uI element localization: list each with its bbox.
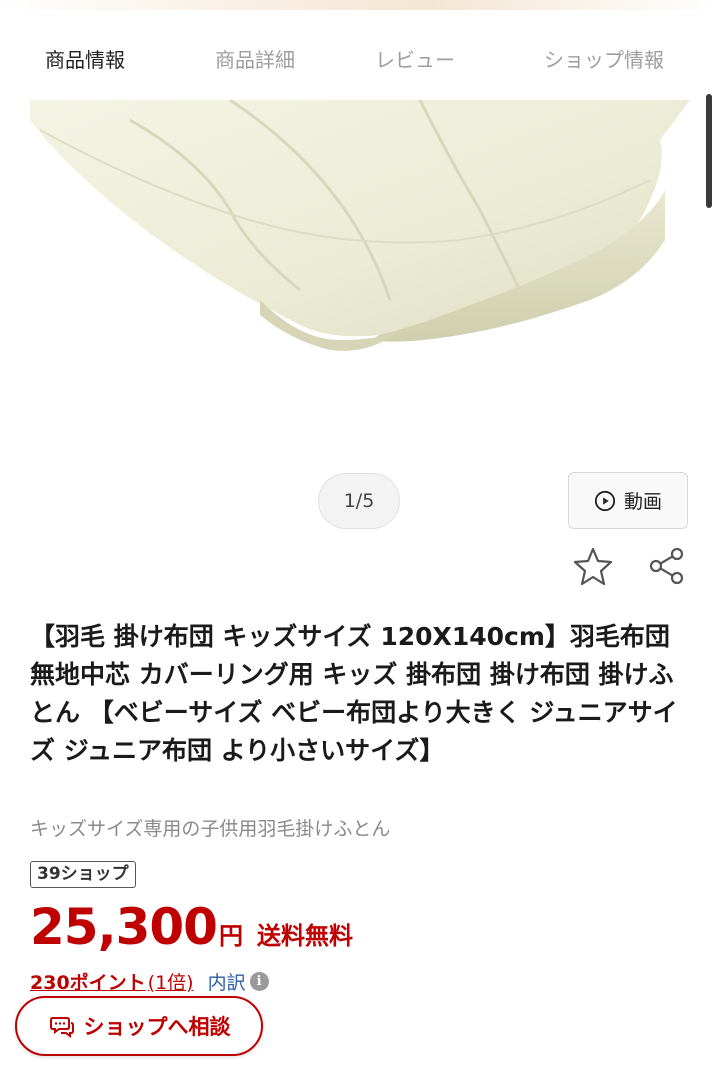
- info-icon[interactable]: i: [249, 972, 269, 991]
- consult-shop-button[interactable]: ショップへ相談: [15, 996, 263, 1056]
- price-value: 25,300: [30, 898, 218, 956]
- points-row: 230ポイント (1倍) 内訳 i: [30, 968, 269, 995]
- consult-shop-label: ショップへ相談: [83, 1015, 231, 1039]
- tab-shop-info[interactable]: ショップ情報: [490, 36, 718, 84]
- breakdown-link[interactable]: 内訳: [208, 968, 246, 995]
- video-button[interactable]: 動画: [568, 472, 688, 529]
- points-multiplier[interactable]: (1倍): [148, 968, 194, 995]
- top-banner-strip: [0, 0, 718, 10]
- chat-bubble-icon: [49, 1017, 74, 1038]
- page-scrollbar[interactable]: [706, 94, 712, 208]
- points-link[interactable]: 230ポイント: [30, 968, 146, 995]
- price-row: 25,300 円 送料無料: [30, 898, 353, 956]
- shop-badge: 39ショップ: [30, 861, 136, 888]
- price-currency: 円: [218, 922, 243, 950]
- video-button-label: 動画: [623, 491, 662, 513]
- play-circle-icon: [594, 490, 616, 511]
- product-subtitle: キッズサイズ専用の子供用羽毛掛けふとん: [30, 818, 391, 840]
- star-icon[interactable]: [572, 545, 614, 587]
- product-image-gallery[interactable]: [0, 100, 718, 480]
- product-title: 【羽毛 掛け布団 キッズサイズ 120X140cm】羽毛布団 無地中芯 カバーリ…: [30, 622, 678, 765]
- product-tabs: 商品情報 商品詳細 レビュー ショップ情報: [0, 36, 718, 84]
- tab-reviews[interactable]: レビュー: [340, 36, 490, 84]
- tab-product-info[interactable]: 商品情報: [0, 36, 170, 84]
- product-image: [0, 100, 718, 480]
- image-counter: 1/5: [318, 473, 400, 529]
- shipping-label: 送料無料: [256, 922, 353, 950]
- tab-product-details[interactable]: 商品詳細: [170, 36, 340, 84]
- share-icon[interactable]: [646, 545, 688, 587]
